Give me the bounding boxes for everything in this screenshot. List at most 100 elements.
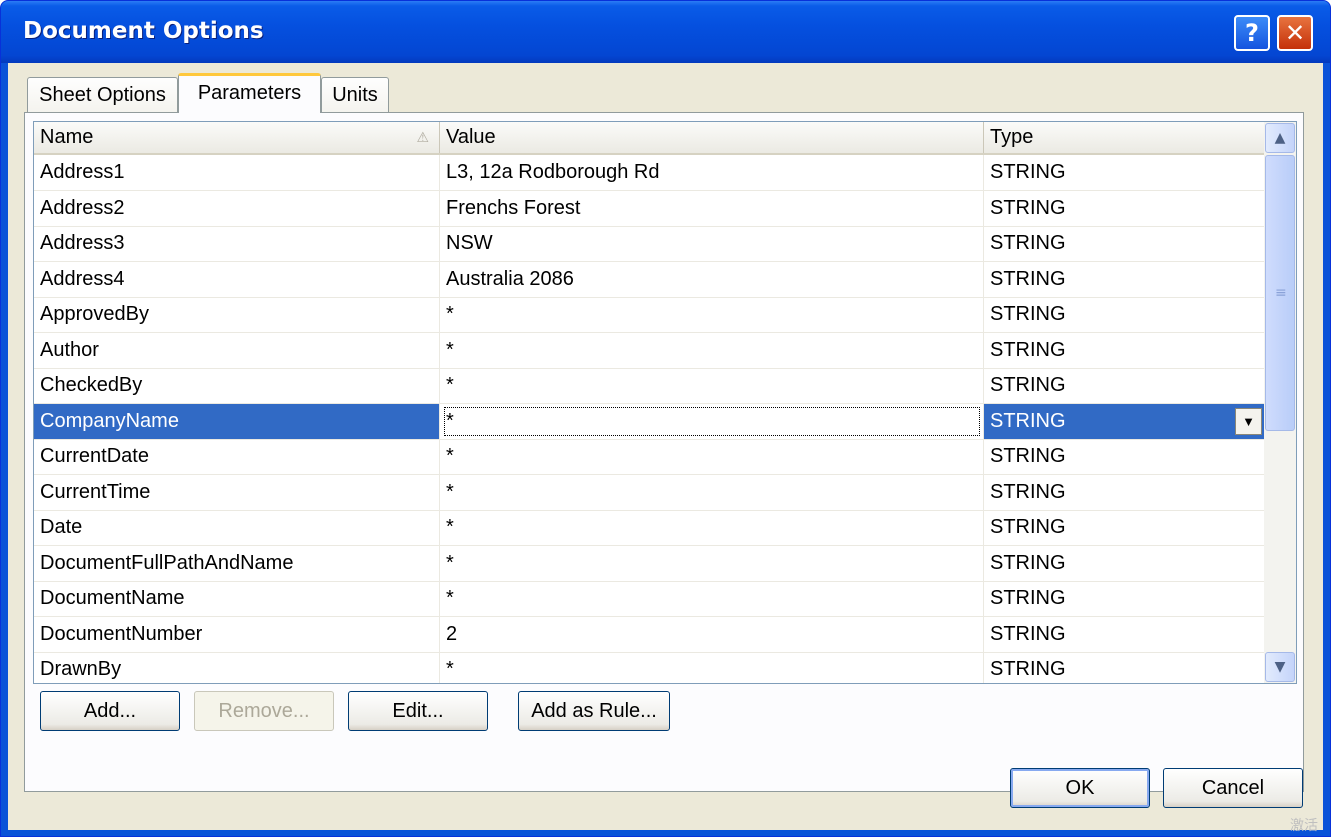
cell-name[interactable]: Author [34,333,440,368]
cell-name[interactable]: DocumentNumber [34,617,440,652]
cell-value[interactable]: * [440,439,984,474]
ok-button-label: OK [1065,777,1095,799]
cell-name[interactable]: Address4 [34,262,440,297]
cell-name[interactable]: Address1 [34,155,440,190]
cell-value[interactable]: Australia 2086 [440,262,984,297]
cell-value[interactable]: * [440,297,984,332]
add-as-rule-button[interactable]: Add as Rule... [518,691,670,731]
type-dropdown[interactable]: STRING ▼ [984,404,1264,439]
cell-type[interactable]: STRING [984,191,1264,226]
column-header-type[interactable]: Type [984,122,1264,153]
cell-name[interactable]: ApprovedBy [34,297,440,332]
cell-name[interactable]: CheckedBy [34,368,440,403]
add-button[interactable]: Add... [40,691,180,731]
cell-type[interactable]: STRING [984,226,1264,261]
table-row[interactable]: Date * STRING [34,510,1264,546]
cell-type-text: STRING [990,303,1066,325]
table-row[interactable]: Address4 Australia 2086 STRING [34,262,1264,298]
grid-header: Name ⚠ Value Type [34,122,1264,155]
cell-type[interactable]: STRING [984,262,1264,297]
column-header-value[interactable]: Value [440,122,984,153]
cell-value[interactable]: * [440,404,984,439]
edit-button-label: Edit... [392,700,444,722]
cell-value[interactable]: * [440,581,984,616]
cell-value[interactable]: * [440,333,984,368]
cell-type-text: STRING [990,552,1066,574]
cell-type[interactable]: STRING [984,581,1264,616]
cancel-button[interactable]: Cancel [1163,768,1303,808]
edit-button[interactable]: Edit... [348,691,488,731]
cell-value[interactable]: * [440,368,984,403]
table-row[interactable]: Address2 Frenchs Forest STRING [34,191,1264,227]
cell-name[interactable]: DrawnBy [34,652,440,683]
cell-value[interactable]: NSW [440,226,984,261]
cell-type[interactable]: STRING [984,546,1264,581]
help-icon: ? [1245,19,1259,47]
cell-type[interactable]: STRING [984,297,1264,332]
scroll-down-button[interactable]: ▼ [1265,652,1295,682]
ok-button[interactable]: OK [1010,768,1150,808]
table-row-selected[interactable]: CompanyName * STRING ▼ [34,404,1264,440]
table-row[interactable]: DocumentName * STRING [34,581,1264,617]
cell-name[interactable]: Address2 [34,191,440,226]
close-button[interactable]: ✕ [1277,15,1313,51]
title-bar[interactable]: Document Options ? ✕ [1,1,1330,63]
vertical-scrollbar[interactable]: ▲ ≡ ▼ [1264,122,1296,683]
cell-value-text: * [446,516,454,538]
tab-label: Parameters [197,82,302,104]
remove-button[interactable]: Remove... [194,691,334,731]
table-row[interactable]: CurrentTime * STRING [34,475,1264,511]
cell-type[interactable]: STRING [984,510,1264,545]
cell-value[interactable]: Frenchs Forest [440,191,984,226]
cell-name[interactable]: CurrentTime [34,475,440,510]
cell-value[interactable]: * [440,546,984,581]
cell-type[interactable]: STRING [984,368,1264,403]
column-header-name-label: Name [40,126,94,148]
cell-value[interactable]: 2 [440,617,984,652]
cell-name[interactable]: DocumentName [34,581,440,616]
table-row[interactable]: CurrentDate * STRING [34,439,1264,475]
column-header-type-label: Type [990,126,1034,148]
cell-value[interactable]: * [440,475,984,510]
cell-name[interactable]: CurrentDate [34,439,440,474]
cell-value-text: * [446,303,454,325]
tab-label: Units [332,84,378,106]
cell-name[interactable]: Date [34,510,440,545]
cell-type[interactable]: STRING [984,155,1264,190]
cell-value[interactable]: L3, 12a Rodborough Rd [440,155,984,190]
table-row[interactable]: DocumentFullPathAndName * STRING [34,546,1264,582]
dialog-title: Document Options [23,18,264,44]
cell-value-text: NSW [446,232,493,254]
table-row[interactable]: ApprovedBy * STRING [34,297,1264,333]
scroll-up-button[interactable]: ▲ [1265,123,1295,153]
scroll-thumb[interactable]: ≡ [1265,155,1295,431]
dropdown-arrow-icon[interactable]: ▼ [1235,408,1262,435]
column-header-name[interactable]: Name ⚠ [34,122,440,153]
cell-type[interactable]: STRING [984,439,1264,474]
cell-type[interactable]: STRING [984,652,1264,683]
cell-type-text: STRING [990,658,1066,680]
table-row[interactable]: CheckedBy * STRING [34,368,1264,404]
cell-name[interactable]: Address3 [34,226,440,261]
tab-units[interactable]: Units [321,77,389,113]
cell-type[interactable]: STRING [984,333,1264,368]
table-row[interactable]: DrawnBy * STRING [34,652,1264,683]
tab-parameters[interactable]: Parameters [178,73,321,113]
table-row[interactable]: Address3 NSW STRING [34,226,1264,262]
tab-sheet-options[interactable]: Sheet Options [27,77,178,113]
table-row[interactable]: DocumentNumber 2 STRING [34,617,1264,653]
scroll-up-icon: ▲ [1274,130,1286,146]
cell-type-text: STRING [990,232,1066,254]
cell-type[interactable]: STRING [984,617,1264,652]
remove-button-label: Remove... [218,700,310,722]
help-button[interactable]: ? [1234,15,1270,51]
cell-name[interactable]: CompanyName [34,404,440,439]
table-row[interactable]: Address1 L3, 12a Rodborough Rd STRING [34,155,1264,191]
cell-name[interactable]: DocumentFullPathAndName [34,546,440,581]
cell-value[interactable]: * [440,652,984,683]
cell-value[interactable]: * [440,510,984,545]
cell-value-text: 2 [446,623,458,645]
cell-type-text: STRING [990,410,1066,432]
cell-type[interactable]: STRING [984,475,1264,510]
table-row[interactable]: Author * STRING [34,333,1264,369]
